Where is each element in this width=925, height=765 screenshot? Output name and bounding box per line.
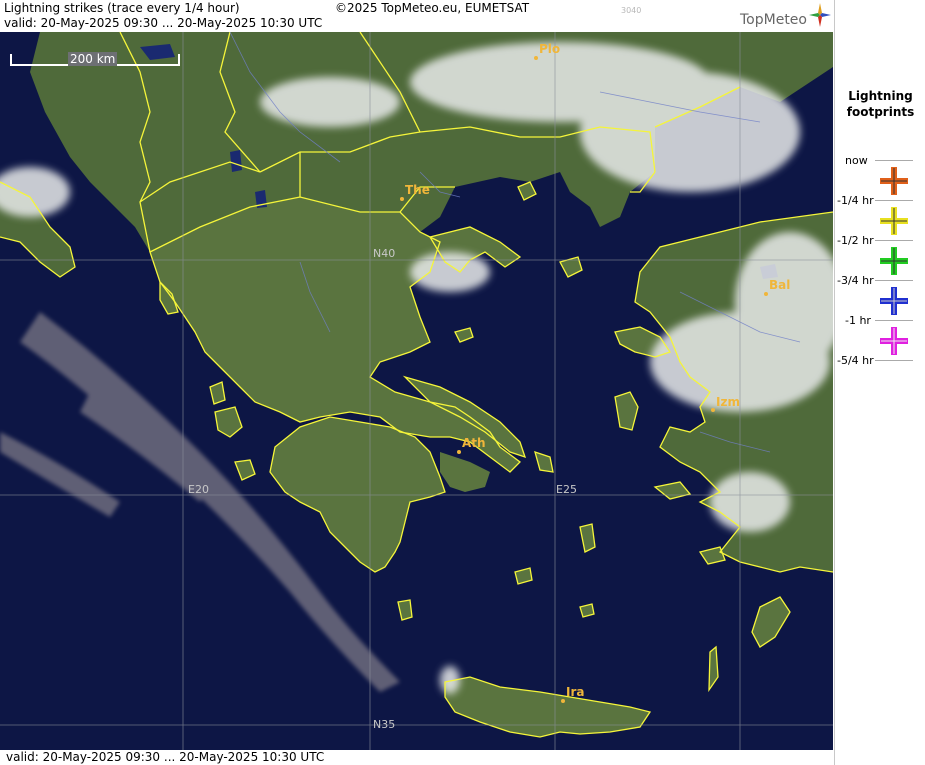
city-dot-izm	[711, 408, 715, 412]
brand-name: TopMeteo	[740, 12, 807, 28]
footer-bar: valid: 20-May-2025 09:30 ... 20-May-2025…	[0, 750, 833, 765]
legend-panel: Lightning footprints now -1/4 hr -1/2 hr…	[834, 0, 925, 765]
legend-divider	[875, 360, 913, 361]
city-izm[interactable]: Izm	[716, 395, 740, 409]
city-dot-the	[400, 197, 404, 201]
header-bar: Lightning strikes (trace every 1/4 hour)…	[0, 0, 833, 32]
legend-divider	[875, 160, 913, 161]
city-dot-plo	[534, 56, 538, 60]
grid-label-e25: E25	[556, 483, 577, 496]
grid-label-n35: N35	[373, 718, 396, 731]
legend-label-half: -1/2 hr	[837, 234, 874, 247]
legend-label-quarter: -1/4 hr	[837, 194, 874, 207]
lightning-cross-icon-half	[880, 207, 908, 235]
lightning-cross-icon-hour	[880, 287, 908, 315]
grid-label-n40: N40	[373, 247, 396, 260]
legend-divider	[875, 280, 913, 281]
legend-divider	[875, 240, 913, 241]
legend-title-line1: Lightning	[848, 89, 913, 103]
lightning-cross-icon-quarter	[880, 167, 908, 195]
lightning-cross-icon-five-quarter	[880, 327, 908, 355]
city-dot-ath	[457, 450, 461, 454]
city-dot-ira	[561, 699, 565, 703]
legend-label-hour: -1 hr	[845, 314, 871, 327]
compass-logo-icon	[809, 3, 831, 27]
image-id: 3040	[621, 6, 642, 15]
legend-title-line2: footprints	[846, 105, 915, 119]
grid-label-e20: E20	[188, 483, 209, 496]
map-title: Lightning strikes (trace every 1/4 hour)	[4, 1, 240, 15]
valid-time: valid: 20-May-2025 09:30 ... 20-May-2025…	[4, 16, 323, 30]
city-the[interactable]: The	[405, 183, 430, 197]
city-ira[interactable]: Ira	[566, 685, 584, 699]
copyright-text: ©2025 TopMeteo.eu, EUMETSAT	[335, 1, 530, 15]
lightning-cross-icon-threequarter	[880, 247, 908, 275]
legend-label-now: now	[845, 154, 868, 167]
satellite-map[interactable]: 200 km N40 N35 E20 E25 Plo The Ath Izm B…	[0, 32, 833, 750]
legend-divider	[875, 200, 913, 201]
city-dot-bal	[764, 292, 768, 296]
footer-valid-time: valid: 20-May-2025 09:30 ... 20-May-2025…	[6, 750, 325, 764]
legend-label-threequarter: -3/4 hr	[837, 274, 874, 287]
city-ath[interactable]: Ath	[462, 436, 486, 450]
city-plo[interactable]: Plo	[539, 42, 560, 56]
scale-label: 200 km	[68, 52, 118, 66]
map-graphics	[0, 32, 833, 750]
legend-divider	[875, 320, 913, 321]
legend-label-five-quarter: -5/4 hr	[837, 354, 874, 367]
city-bal[interactable]: Bal	[769, 278, 790, 292]
legend-row-five-quarter: -5/4 hr	[835, 354, 925, 394]
